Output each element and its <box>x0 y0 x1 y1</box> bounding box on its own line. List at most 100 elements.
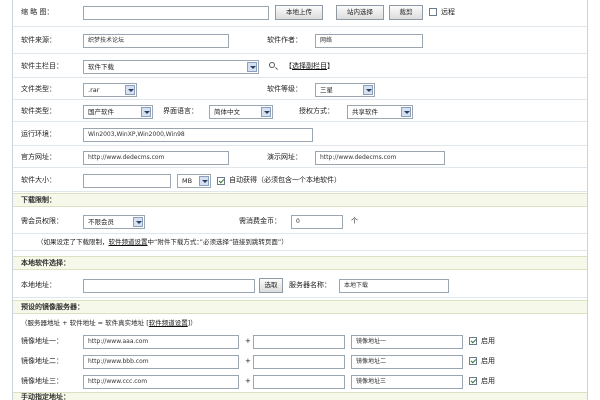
mirror-enable-checkbox[interactable] <box>469 337 477 345</box>
size-unit-select[interactable]: MB <box>177 174 211 188</box>
size-input[interactable] <box>83 174 171 188</box>
env-input[interactable]: Win2003,WinXP,Win2000,Win98 <box>83 128 313 142</box>
level-label: 软件等级： <box>267 85 302 93</box>
remote-label: 远程 <box>441 8 455 16</box>
channel-settings-link[interactable]: 软件频道设置 <box>109 238 148 246</box>
manual-section-header: 手动指定地址： <box>13 392 587 400</box>
limit-note-row: （如果设定了下载限制，软件频道设置中“附件下载方式：”必须选择“链接到跳转页面”… <box>13 234 587 251</box>
mirror-path-input[interactable] <box>253 335 345 349</box>
size-unit-value: MB <box>182 177 193 185</box>
column-row: 软件主栏目： 软件下载 【选择副栏目】 <box>13 54 587 78</box>
local-label: 本地地址： <box>21 281 56 289</box>
local-row: 本地地址： 选取 服务器名称： 本地下载 <box>13 271 587 298</box>
license-select[interactable]: 共享软件 <box>347 105 413 119</box>
site-choose-button[interactable]: 站内选择 <box>336 5 384 20</box>
upload-button[interactable]: 本地上传 <box>275 5 323 20</box>
local-input[interactable] <box>83 279 255 293</box>
source-input[interactable]: 织梦技术论坛 <box>83 34 229 48</box>
mirror-enable-checkbox[interactable] <box>469 377 477 385</box>
mirror-url-input[interactable]: http://www.bbb.com <box>83 355 239 369</box>
limit-row: 需会员权限： 不限会员 需消费金币： 0 个 <box>13 208 587 234</box>
mirror-name-input[interactable]: 镜像地址三 <box>351 375 463 389</box>
mirror-formula: （服务器地址 + 软件地址 = 软件真实地址 [软件频道设置]） <box>21 319 197 327</box>
chevron-down-icon <box>401 107 411 117</box>
license-label: 授权方式： <box>299 107 334 115</box>
mirror-enable-label: 启用 <box>481 337 495 345</box>
mirror-enable-checkbox[interactable] <box>469 357 477 365</box>
limit-section-header: 下载限制： <box>13 193 587 207</box>
mirror-url-input[interactable]: http://www.aaa.com <box>83 335 239 349</box>
mirror-url-input[interactable]: http://www.ccc.com <box>83 375 239 389</box>
env-row: 运行环境： Win2003,WinXP,Win2000,Win98 <box>13 122 587 146</box>
coin-label: 需消费金币： <box>239 217 281 225</box>
local-section-header: 本地软件选择： <box>13 256 587 270</box>
mirror-enable-label: 启用 <box>481 377 495 385</box>
column-label: 软件主栏目： <box>21 62 63 70</box>
coin-input[interactable]: 0 <box>291 215 343 229</box>
mirror-label: 镜像地址一： <box>21 337 63 345</box>
chevron-down-icon <box>141 107 151 117</box>
server-input[interactable]: 本地下载 <box>339 279 449 293</box>
chevron-down-icon <box>247 62 257 72</box>
mirror-row: 镜像地址一： http://www.aaa.com + 镜像地址一 启用 <box>13 331 587 351</box>
coin-unit: 个 <box>351 217 358 225</box>
author-label: 软件作者： <box>267 36 302 44</box>
lang-label: 界面语言： <box>163 107 198 115</box>
lang-select-value: 简体中文 <box>214 108 240 116</box>
chevron-down-icon <box>199 176 209 186</box>
env-label: 运行环境： <box>21 130 56 138</box>
filetype-select[interactable]: .rar <box>83 83 137 97</box>
search-icon[interactable] <box>269 62 275 68</box>
level-select-value: 三星 <box>320 86 333 94</box>
auto-size-label: 自动获得（必须包含一个本地软件） <box>229 176 341 184</box>
browse-button[interactable]: 选取 <box>259 278 283 293</box>
lang-select[interactable]: 简体中文 <box>209 105 273 119</box>
auto-size-checkbox[interactable] <box>217 177 225 185</box>
column-select-value: 软件下载 <box>88 63 114 71</box>
demo-input[interactable]: http://www.dedecms.com <box>315 151 445 165</box>
column-select[interactable]: 软件下载 <box>83 60 259 74</box>
sub-column-link[interactable]: 【选择副栏目】 <box>285 60 334 72</box>
rank-select-value: 不限会员 <box>88 218 114 226</box>
chevron-down-icon <box>125 85 135 95</box>
chevron-down-icon <box>133 217 143 227</box>
plus-sign: + <box>245 377 251 385</box>
level-select[interactable]: 三星 <box>315 83 375 97</box>
rank-label: 需会员权限： <box>21 217 63 225</box>
mirror-path-input[interactable] <box>253 375 345 389</box>
server-label: 服务器名称： <box>289 281 331 289</box>
filetype-label: 文件类型： <box>21 85 56 93</box>
mirror-settings-link[interactable]: 软件频道设置 <box>149 319 188 327</box>
softtype-row: 软件类型： 国产软件 界面语言： 简体中文 授权方式： 共享软件 <box>13 100 587 122</box>
thumb-row: 缩 略 图： 本地上传 站内选择 裁剪 远程 <box>13 0 587 27</box>
thumb-input[interactable] <box>83 6 269 20</box>
rank-select[interactable]: 不限会员 <box>83 215 145 229</box>
softtype-select[interactable]: 国产软件 <box>83 105 153 119</box>
license-select-value: 共享软件 <box>352 108 378 116</box>
mirror-name-input[interactable]: 镜像地址一 <box>351 335 463 349</box>
mirror-label: 镜像地址二： <box>21 357 63 365</box>
filetype-select-value: .rar <box>88 86 100 94</box>
mirror-row: 镜像地址二： http://www.bbb.com + 镜像地址二 启用 <box>13 351 587 371</box>
thumb-label: 缩 略 图： <box>21 8 54 16</box>
remote-checkbox[interactable] <box>429 8 437 16</box>
crop-button[interactable]: 裁剪 <box>389 5 423 20</box>
mirror-row: 镜像地址三： http://www.ccc.com + 镜像地址三 启用 <box>13 371 587 391</box>
mirror-formula-row: （服务器地址 + 软件地址 = 软件真实地址 [软件频道设置]） <box>13 315 587 331</box>
software-form: 缩 略 图： 本地上传 站内选择 裁剪 远程 软件来源： 织梦技术论坛 软件作者… <box>12 0 588 400</box>
site-label: 官方网址： <box>21 153 56 161</box>
mirror-name-input[interactable]: 镜像地址二 <box>351 355 463 369</box>
mirror-label: 镜像地址三： <box>21 377 63 385</box>
plus-sign: + <box>245 357 251 365</box>
softtype-select-value: 国产软件 <box>88 108 114 116</box>
author-input[interactable]: 网络 <box>315 34 423 48</box>
mirror-section-header: 预设的镜像服务器： <box>13 300 587 314</box>
site-input[interactable]: http://www.dedecms.com <box>83 151 229 165</box>
site-row: 官方网址： http://www.dedecms.com 演示网址： http:… <box>13 146 587 168</box>
source-label: 软件来源： <box>21 36 56 44</box>
mirror-enable-label: 启用 <box>481 357 495 365</box>
mirror-path-input[interactable] <box>253 355 345 369</box>
size-row: 软件大小： MB 自动获得（必须包含一个本地软件） <box>13 168 587 192</box>
size-label: 软件大小： <box>21 176 56 184</box>
chevron-down-icon <box>261 107 271 117</box>
